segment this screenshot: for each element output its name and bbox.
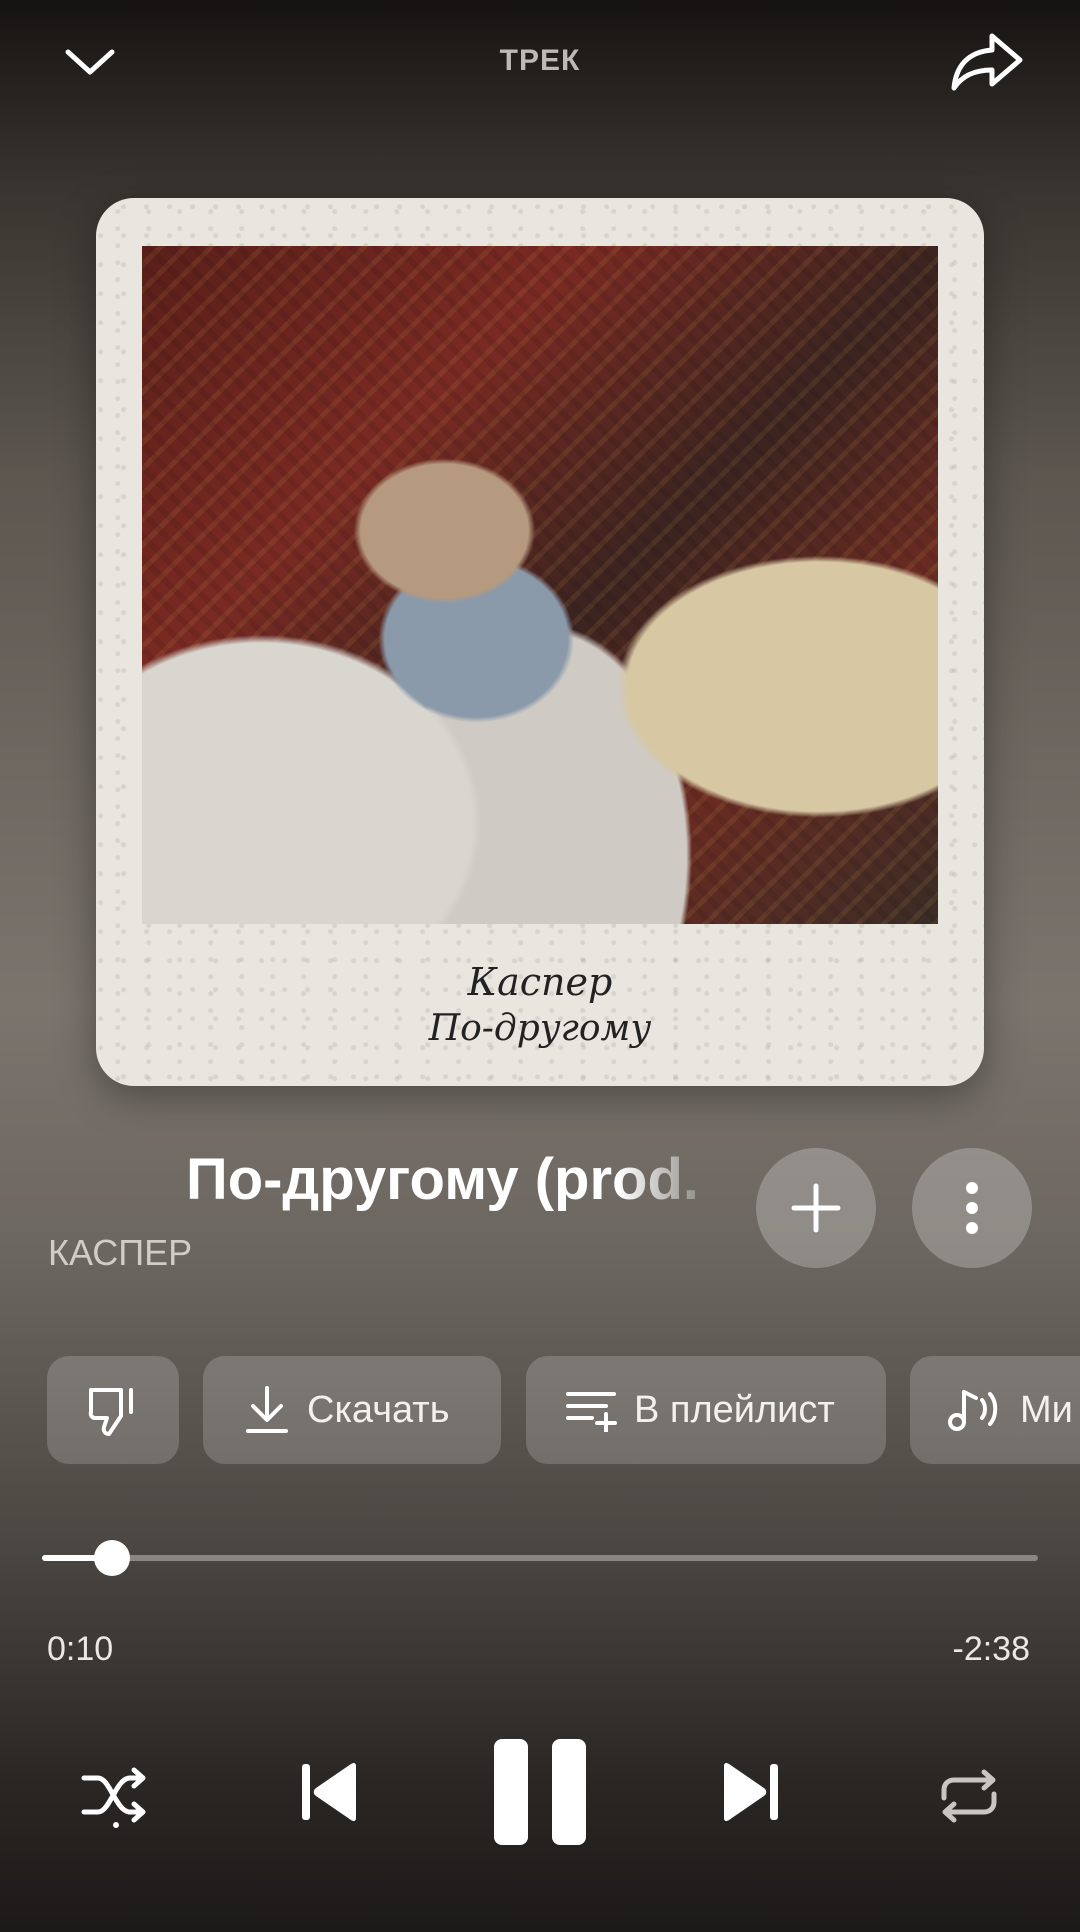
add-to-library-button[interactable]	[756, 1148, 876, 1268]
previous-button[interactable]	[290, 1752, 370, 1832]
cover-photo	[142, 246, 938, 924]
artist-name[interactable]: КАСПЕР	[48, 1232, 192, 1274]
skip-next-icon	[724, 1762, 778, 1822]
track-title: По-другому (prod.	[186, 1147, 700, 1212]
mix-button[interactable]: Ми	[910, 1356, 1080, 1464]
more-vertical-icon	[966, 1182, 978, 1234]
next-button[interactable]	[710, 1752, 790, 1832]
repeat-button[interactable]	[924, 1756, 1014, 1836]
download-button[interactable]: Скачать	[203, 1356, 501, 1464]
screen-title: ТРЕК	[499, 44, 581, 77]
download-icon	[246, 1386, 288, 1433]
more-options-button[interactable]	[912, 1148, 1032, 1268]
repeat-icon	[941, 1769, 997, 1823]
skip-previous-icon	[302, 1762, 356, 1822]
seek-track	[42, 1555, 1038, 1561]
share-arrow-icon	[951, 33, 1023, 91]
seek-thumb[interactable]	[93, 1540, 130, 1576]
thumbs-down-icon	[88, 1388, 133, 1436]
mix-label: Ми	[1020, 1388, 1073, 1431]
share-button[interactable]	[944, 24, 1032, 100]
pause-button[interactable]	[482, 1730, 598, 1854]
music-note-waves-icon	[948, 1390, 998, 1431]
remaining-time: -2:38	[952, 1630, 1031, 1668]
top-bar: ТРЕК	[0, 0, 1080, 130]
elapsed-time: 0:10	[47, 1630, 114, 1668]
dislike-button[interactable]	[47, 1356, 179, 1464]
playlist-label: В плейлист	[634, 1388, 835, 1431]
pause-icon	[494, 1739, 586, 1845]
seek-bar[interactable]	[42, 1540, 1038, 1576]
shuffle-button[interactable]	[70, 1756, 160, 1836]
cover-artist-handwriting: Каспер	[467, 960, 613, 1004]
shuffle-icon	[81, 1767, 146, 1828]
cover-album-handwriting: По-другому	[428, 1008, 652, 1049]
album-cover: Каспер По-другому	[96, 198, 984, 1086]
add-to-playlist-button[interactable]: В плейлист	[526, 1356, 886, 1464]
action-chips: Скачать В плейлист Ми	[0, 1356, 1080, 1464]
plus-icon	[791, 1183, 841, 1233]
playlist-add-icon	[566, 1392, 617, 1432]
download-label: Скачать	[307, 1388, 450, 1431]
